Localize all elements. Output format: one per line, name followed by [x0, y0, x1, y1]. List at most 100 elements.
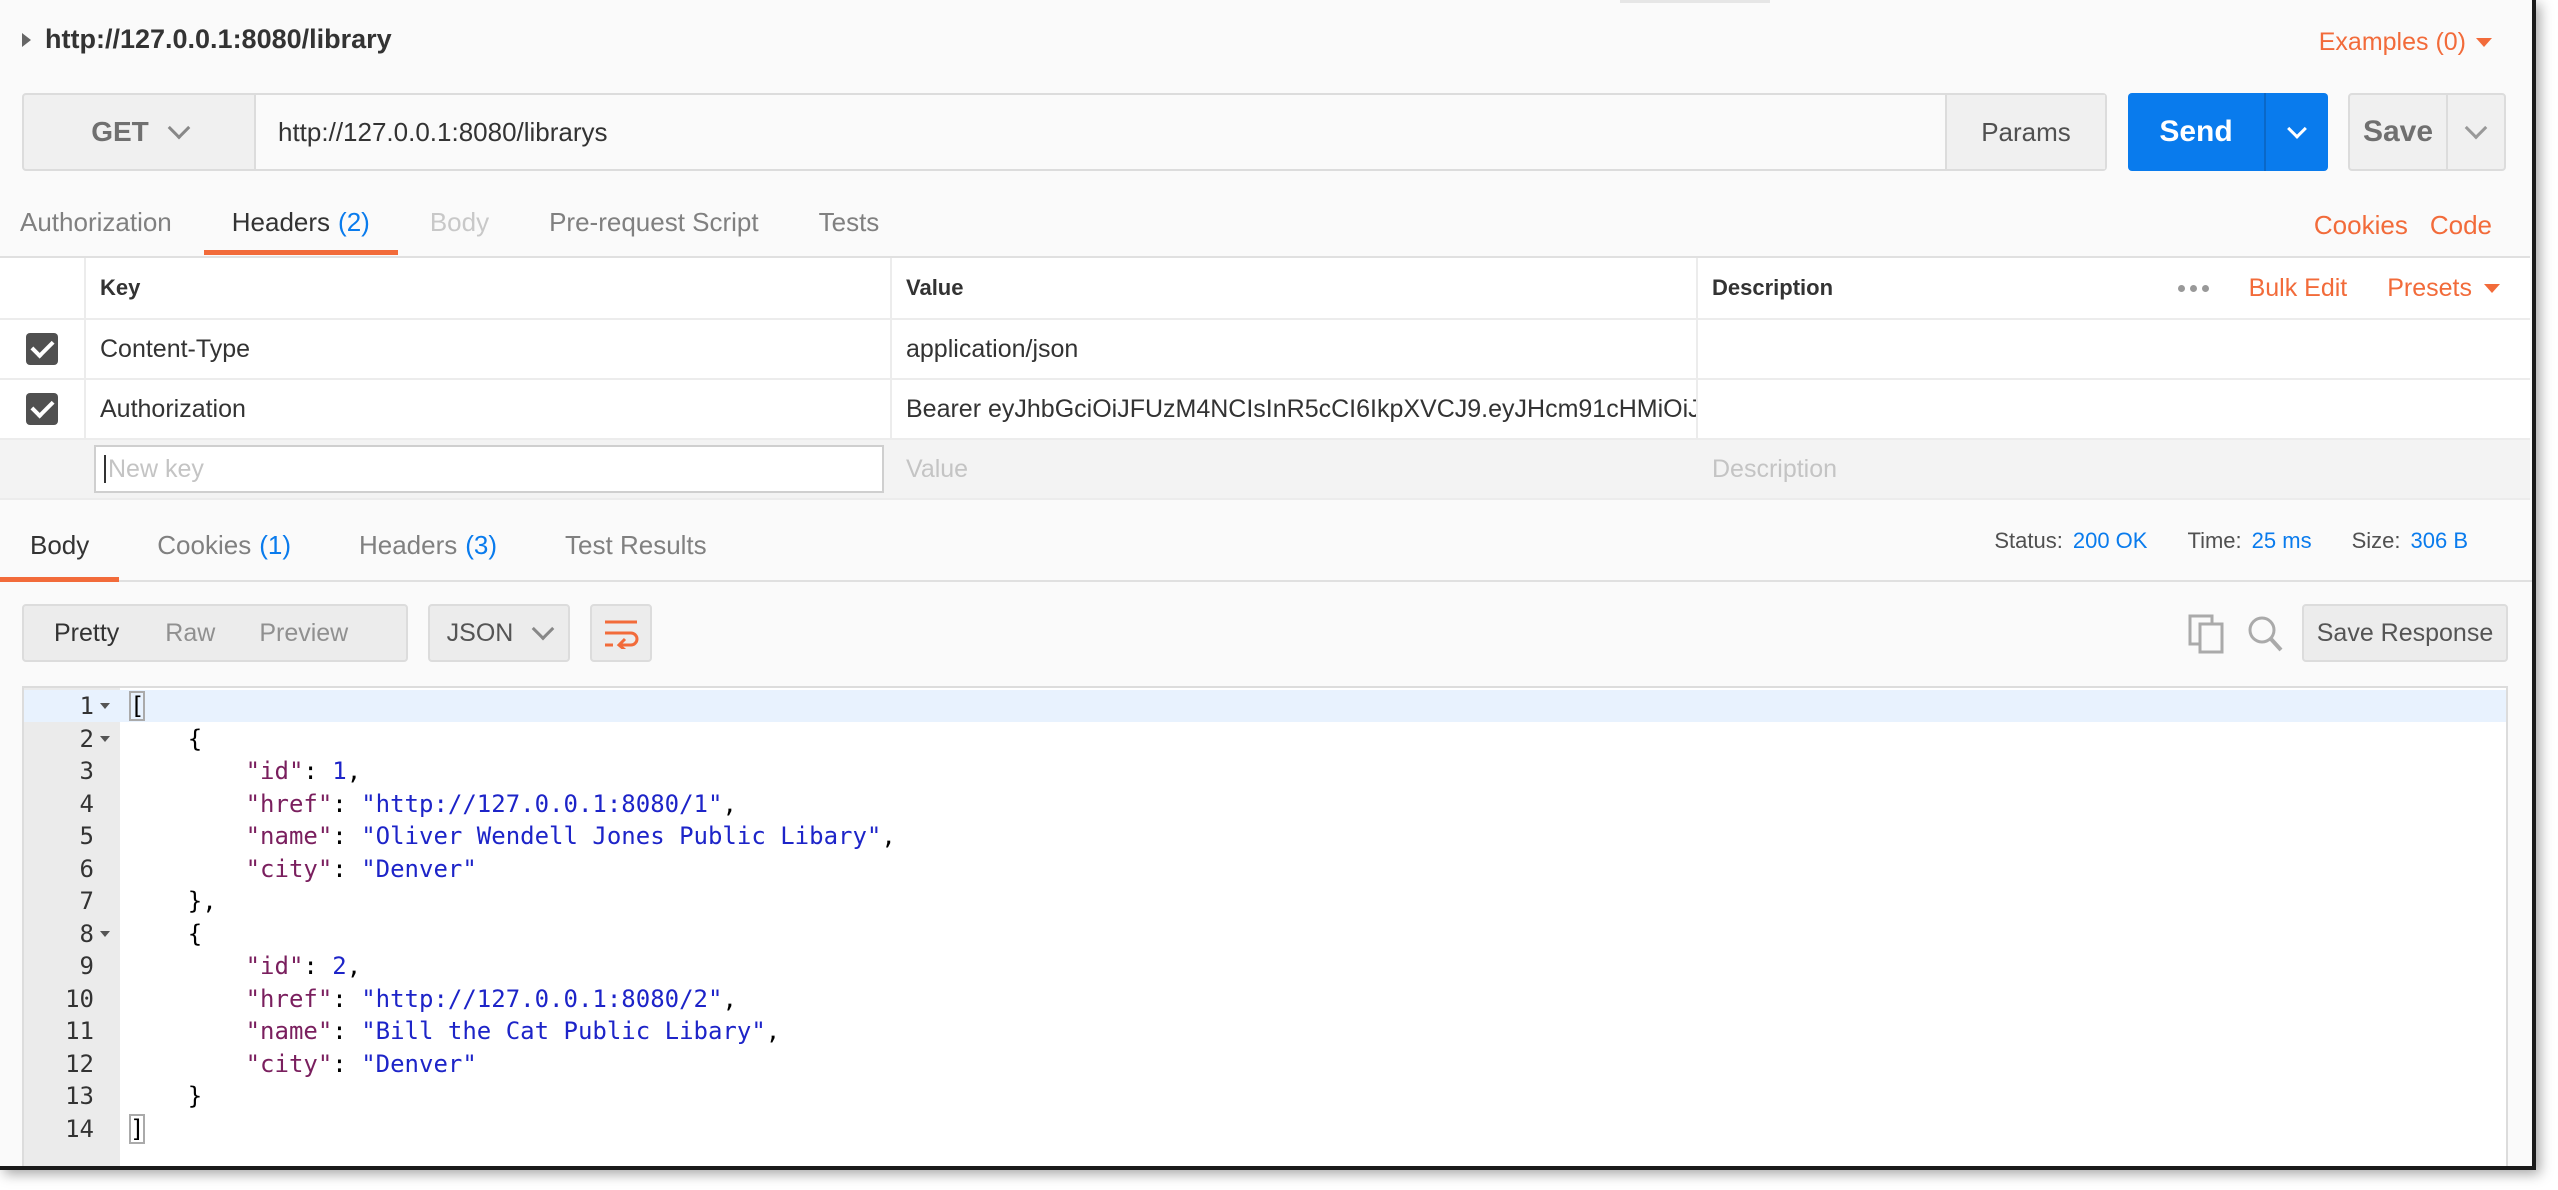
caret-right-icon[interactable]	[22, 32, 31, 47]
more-dots-icon[interactable]	[2177, 284, 2209, 292]
tab-authorization-label: Authorization	[20, 207, 172, 237]
copy-icon[interactable]	[2188, 614, 2226, 654]
send-button-group: Send	[2128, 93, 2328, 171]
chevron-down-icon	[167, 116, 191, 140]
row-checkbox-cell	[0, 320, 86, 378]
line-number: 12	[65, 1049, 94, 1078]
json-key: "city"	[245, 1049, 333, 1078]
headers-table: Key Value Description Bulk Edit Presets …	[0, 256, 2530, 500]
header-description-cell[interactable]	[1698, 320, 2530, 378]
time-value[interactable]: 25 ms	[2252, 528, 2312, 553]
tab-headers[interactable]: Headers (2)	[203, 195, 398, 255]
tab-body-label: Body	[429, 207, 490, 237]
checkbox-checked-icon[interactable]	[26, 333, 58, 365]
code-line: 10 "href": "http://127.0.0.1:8080/2",	[24, 983, 2506, 1015]
line-number: 10	[65, 984, 94, 1013]
method-label: GET	[91, 116, 149, 147]
tab-tests[interactable]: Tests	[819, 195, 880, 255]
pretty-button[interactable]: Pretty	[24, 619, 149, 648]
fold-toggle-icon[interactable]	[100, 930, 110, 937]
header-description-cell[interactable]	[1698, 380, 2530, 438]
new-row-check-cell	[0, 440, 86, 498]
chevron-down-icon	[2464, 116, 2488, 140]
json-value: "http://127.0.0.1:8080/2"	[361, 984, 723, 1013]
tab-response-cookies[interactable]: Cookies (1)	[157, 500, 291, 580]
code-line: 2 {	[24, 723, 2506, 755]
column-header-description: Description Bulk Edit Presets	[1698, 258, 2530, 318]
new-key-input[interactable]: New key	[94, 445, 884, 493]
search-icon[interactable]	[2246, 614, 2284, 654]
json-key: "id"	[245, 757, 304, 785]
header-key-cell[interactable]: Content-Type	[86, 320, 892, 378]
method-select[interactable]: GET	[24, 95, 256, 169]
tab-tests-label: Tests	[818, 207, 880, 237]
save-response-button[interactable]: Save Response	[2302, 604, 2508, 662]
request-title[interactable]: http://127.0.0.1:8080/library	[22, 24, 392, 55]
code-link[interactable]: Code	[2430, 210, 2492, 241]
save-button[interactable]: Save	[2350, 95, 2446, 169]
size-value[interactable]: 306 B	[2411, 528, 2469, 553]
code-line: 4 "href": "http://127.0.0.1:8080/1",	[24, 788, 2506, 820]
code-line: 9 "id": 2,	[24, 950, 2506, 982]
json-key: "name"	[245, 822, 333, 850]
header-value-cell[interactable]: application/json	[892, 320, 1698, 378]
tab-body[interactable]: Body	[430, 195, 489, 255]
examples-label: Examples (0)	[2318, 28, 2466, 56]
time-info: Time: 25 ms	[2187, 528, 2311, 554]
tab-response-body[interactable]: Body	[0, 500, 120, 582]
line-number: 7	[79, 887, 94, 915]
new-key-placeholder: New key	[108, 454, 204, 483]
tab-response-headers[interactable]: Headers (3)	[359, 500, 497, 580]
format-select[interactable]: JSON	[428, 604, 570, 662]
send-button[interactable]: Send	[2128, 93, 2264, 171]
line-number: 3	[79, 757, 94, 785]
chevron-down-icon	[2484, 283, 2500, 293]
url-input[interactable]: http://127.0.0.1:8080/librarys	[256, 95, 1945, 169]
fold-toggle-icon[interactable]	[100, 735, 110, 742]
line-number: 6	[79, 854, 94, 883]
json-value: "Denver"	[361, 1049, 477, 1078]
headers-table-header: Key Value Description Bulk Edit Presets	[0, 258, 2530, 320]
code-text: "name": "Bill the Cat Public Libary",	[245, 1017, 781, 1045]
bulk-edit-link[interactable]: Bulk Edit	[2249, 274, 2348, 303]
size-info: Size: 306 B	[2352, 528, 2468, 554]
code-text: "id": 2,	[245, 952, 362, 980]
send-dropdown-button[interactable]	[2264, 93, 2328, 171]
size-label: Size:	[2351, 528, 2401, 553]
code-line: 8 {	[24, 918, 2506, 950]
presets-dropdown[interactable]: Presets	[2387, 274, 2500, 303]
code-text: "href": "http://127.0.0.1:8080/2",	[245, 984, 737, 1013]
raw-button[interactable]: Raw	[149, 619, 245, 648]
checkbox-checked-icon[interactable]	[26, 393, 58, 425]
fold-toggle-icon[interactable]	[100, 703, 110, 709]
examples-dropdown[interactable]: Examples (0)	[2319, 28, 2492, 57]
status-info: Status: 200 OK	[1994, 528, 2147, 554]
header-value-cell[interactable]: Bearer eyJhbGciOiJFUzM4NCIsInR5cCI6IkpXV…	[892, 380, 1698, 438]
new-description-input[interactable]: Description	[1698, 440, 2530, 498]
preview-button[interactable]: Preview	[245, 619, 378, 648]
status-label: Status:	[1994, 528, 2063, 553]
code-text: [	[128, 691, 146, 721]
code-line: 5 "name": "Oliver Wendell Jones Public L…	[24, 820, 2506, 852]
params-button[interactable]: Params	[1945, 95, 2105, 169]
line-number: 1	[79, 692, 94, 720]
new-value-input[interactable]: Value	[892, 440, 1698, 498]
header-check-column	[0, 258, 86, 318]
tab-authorization[interactable]: Authorization	[20, 195, 172, 255]
request-tabs: Authorization Headers (2) Body Pre-reques…	[0, 195, 2532, 255]
cookies-link[interactable]: Cookies	[2314, 210, 2408, 241]
code-text: "city": "Denver"	[245, 1049, 477, 1078]
response-body-editor[interactable]: 1[2 {3 "id": 1, 4 "href": "http://127.0.0…	[22, 686, 2508, 1166]
wrap-lines-button[interactable]	[590, 604, 652, 662]
tab-headers-label: Headers	[231, 207, 331, 237]
table-row: Content-Type application/json	[0, 320, 2530, 380]
save-dropdown-button[interactable]	[2446, 95, 2504, 169]
tab-prerequest-script[interactable]: Pre-request Script	[549, 195, 759, 255]
status-value[interactable]: 200 OK	[2073, 528, 2148, 553]
top-divider	[1620, 0, 1770, 3]
header-key-cell[interactable]: Authorization	[86, 380, 892, 438]
code-line: 11 "name": "Bill the Cat Public Libary",	[24, 1015, 2506, 1047]
tab-test-results[interactable]: Test Results	[565, 500, 707, 580]
code-line: 12 "city": "Denver"	[24, 1048, 2506, 1080]
code-line: 14]	[24, 1113, 2506, 1145]
